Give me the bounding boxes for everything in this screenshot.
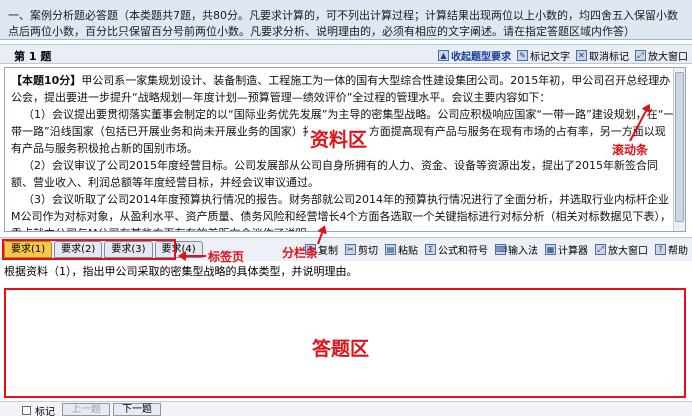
enlarge-icon: ⤢ bbox=[595, 244, 606, 255]
tab-pages-arrow bbox=[180, 255, 206, 257]
enlarge-icon: ⤢ bbox=[635, 50, 646, 61]
material-scrollbar[interactable] bbox=[673, 68, 685, 231]
tab-bar: 要求(1) 要求(2) 要求(3) 要求(4) ⎘ 复制 ✂ 剪切 ▤ 粘贴 Σ 公式和… bbox=[0, 237, 692, 261]
cut-label: 剪切 bbox=[358, 246, 378, 257]
help-button[interactable]: ? 帮助 bbox=[655, 242, 688, 257]
material-text: 【本题10分】甲公司系一家集规划设计、装备制造、工程施工为一体的国有大型综合性建… bbox=[11, 72, 675, 231]
formula-symbol-button[interactable]: Σ 公式和符号 bbox=[425, 242, 488, 257]
mark-text-button[interactable]: ✎ 标记文字 bbox=[517, 48, 570, 63]
cut-button[interactable]: ✂ 剪切 bbox=[345, 242, 378, 257]
enlarge-window-button[interactable]: ⤢ 放大窗口 bbox=[635, 48, 688, 63]
help-label: 帮助 bbox=[668, 246, 688, 257]
tab-requirement-3[interactable]: 要求(3) bbox=[104, 241, 153, 258]
question-number: 第 1 题 bbox=[14, 50, 52, 63]
scissors-icon: ✂ bbox=[345, 244, 356, 255]
input-method-button[interactable]: ⌨ 输入法 bbox=[495, 242, 538, 257]
unmark-label: 取消标记 bbox=[589, 52, 629, 63]
input-method-label: 输入法 bbox=[508, 246, 538, 257]
answer-area-annotation: 答题区 bbox=[312, 338, 370, 360]
material-paragraph-3: （2）会议审议了公司2015年度经营目标。公司发展部从公司自身所拥有的人力、资金… bbox=[11, 159, 658, 189]
tab-requirement-2[interactable]: 要求(2) bbox=[54, 241, 103, 258]
requirement-tabs: 要求(1) 要求(2) 要求(3) 要求(4) bbox=[4, 241, 203, 258]
footer-bar: 标记 上一题 下一题 bbox=[0, 401, 692, 416]
keyboard-icon: ⌨ bbox=[495, 244, 508, 255]
scrollbar-thumb[interactable] bbox=[675, 72, 684, 222]
calculator-icon: ▦ bbox=[545, 244, 556, 255]
prev-question-button[interactable]: 上一题 bbox=[62, 403, 110, 416]
score-tag: 【本题10分】 bbox=[11, 74, 82, 87]
material-paragraph-1-text: 甲公司系一家集规划设计、装备制造、工程施工为一体的国有大型综合性建设集团公司。2… bbox=[11, 74, 671, 104]
formula-symbol-label: 公式和符号 bbox=[438, 246, 488, 257]
question-bar: 第 1 题 ▲ 收起题型要求 ✎ 标记文字 ✕ 取消标记 ⤢ 放大窗口 bbox=[0, 44, 692, 64]
collapse-requirements-button[interactable]: ▲ 收起题型要求 bbox=[438, 48, 511, 63]
question-text: 根据资料（1），指出甲公司采取的密集型战略的具体类型，并说明理由。 bbox=[4, 265, 358, 278]
next-question-button[interactable]: 下一题 bbox=[113, 403, 161, 416]
exam-instructions: 一、案例分析题必答题（本类题共7题，共80分。凡要求计算的，可不列出计算过程；计… bbox=[0, 0, 692, 40]
paste-button[interactable]: ▤ 粘贴 bbox=[385, 242, 418, 257]
paste-label: 粘贴 bbox=[398, 246, 418, 257]
splitter-annotation: 分栏条 bbox=[282, 246, 319, 260]
copy-label: 复制 bbox=[318, 246, 338, 257]
paste-icon: ▤ bbox=[385, 244, 396, 255]
mark-icon: ✎ bbox=[517, 50, 528, 61]
question-toolbar: ▲ 收起题型要求 ✎ 标记文字 ✕ 取消标记 ⤢ 放大窗口 bbox=[438, 48, 688, 63]
mark-text-label: 标记文字 bbox=[530, 52, 570, 63]
tab-pages-annotation: 标签页 bbox=[208, 250, 245, 264]
scrollbar-annotation: 滚动条 bbox=[612, 143, 649, 157]
mark-question-toggle[interactable]: 标记 bbox=[22, 403, 55, 416]
answer-toolbar: ⎘ 复制 ✂ 剪切 ▤ 粘贴 Σ 公式和符号 ⌨ 输入法 ▦ 计算器 ⤢ 放大窗口 ? 帮助 bbox=[305, 242, 688, 257]
answer-enlarge-label: 放大窗口 bbox=[608, 246, 648, 257]
mark-label: 标记 bbox=[35, 407, 55, 416]
material-area-annotation: 资料区 bbox=[308, 125, 370, 152]
unmark-button[interactable]: ✕ 取消标记 bbox=[576, 48, 629, 63]
collapse-requirements-label: 收起题型要求 bbox=[451, 52, 511, 63]
collapse-icon: ▲ bbox=[438, 50, 449, 61]
mark-checkbox[interactable] bbox=[22, 406, 31, 415]
help-icon: ? bbox=[655, 244, 666, 255]
tab-requirement-1[interactable]: 要求(1) bbox=[4, 241, 53, 258]
material-paragraph-1: 【本题10分】甲公司系一家集规划设计、装备制造、工程施工为一体的国有大型综合性建… bbox=[11, 72, 675, 106]
calculator-label: 计算器 bbox=[558, 246, 588, 257]
enlarge-window-label: 放大窗口 bbox=[648, 52, 688, 63]
answer-enlarge-button[interactable]: ⤢ 放大窗口 bbox=[595, 242, 648, 257]
sigma-icon: Σ bbox=[425, 244, 436, 255]
eraser-icon: ✕ bbox=[576, 50, 587, 61]
calculator-button[interactable]: ▦ 计算器 bbox=[545, 242, 588, 257]
material-paragraph-4: （3）会议听取了公司2014年度预算执行情况的报告。财务部就公司2014年的预算… bbox=[11, 193, 671, 231]
